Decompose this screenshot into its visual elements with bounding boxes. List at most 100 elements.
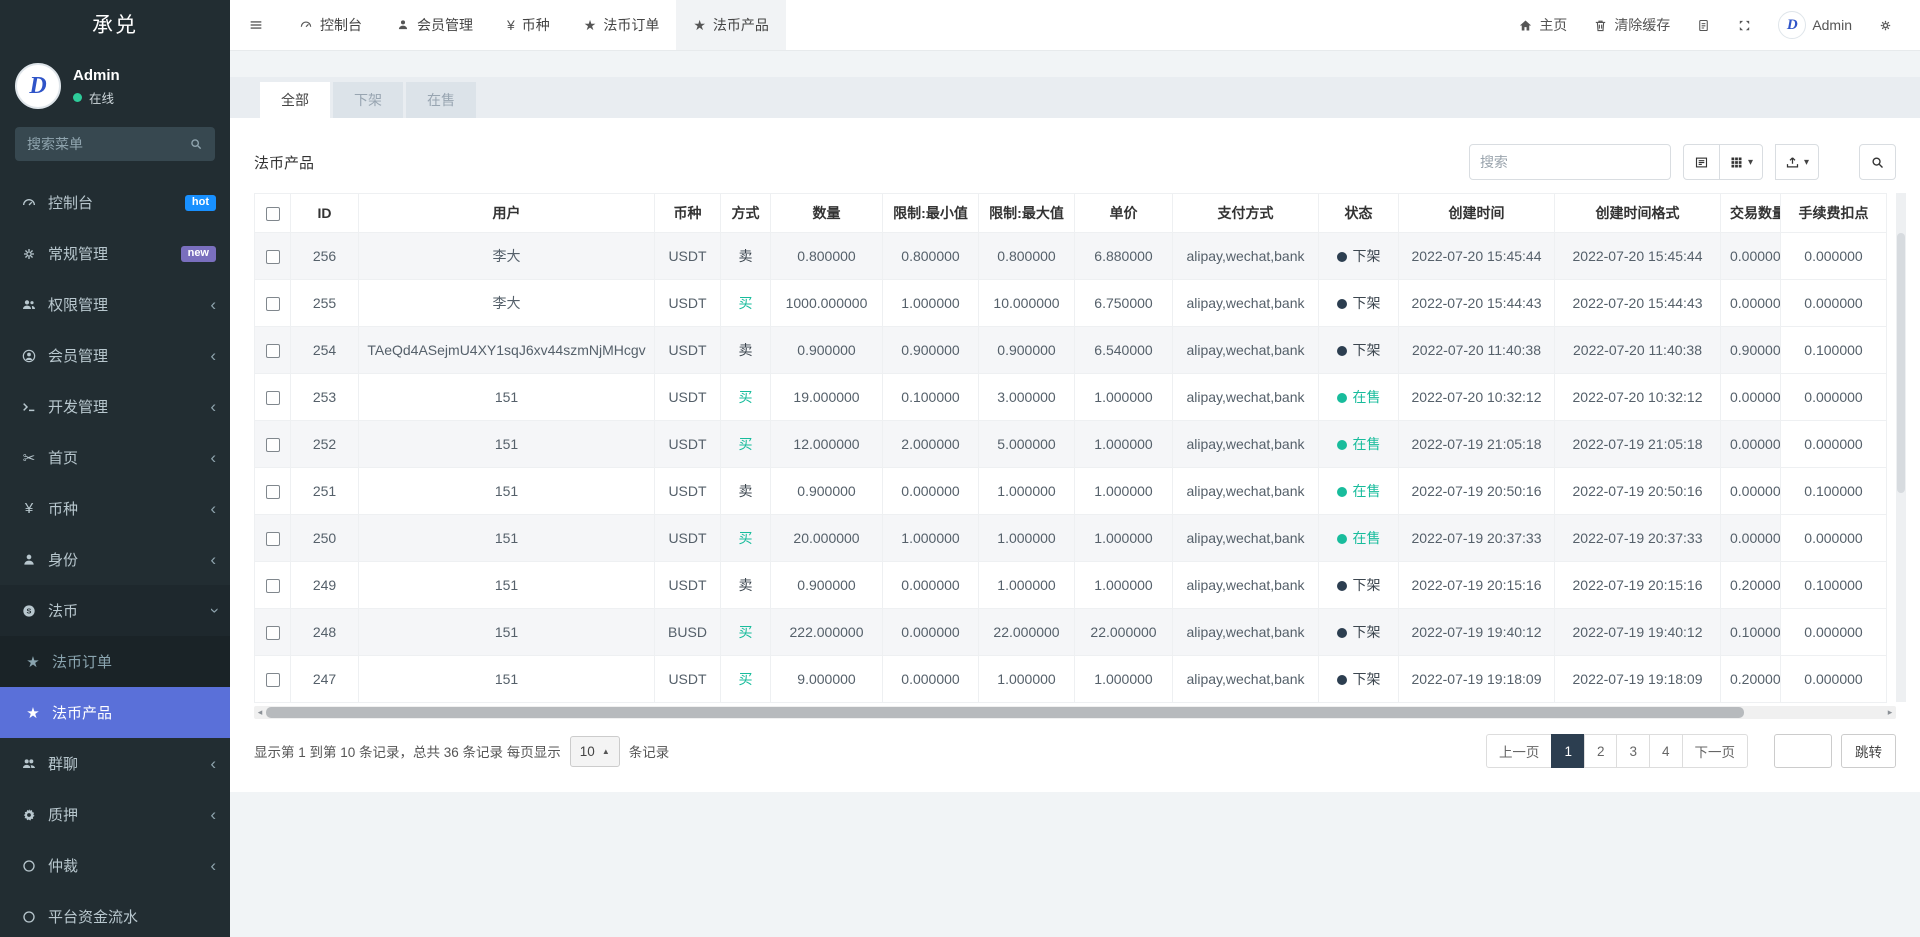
- row-checkbox[interactable]: [266, 250, 280, 264]
- row-checkbox[interactable]: [266, 485, 280, 499]
- search-icon: [189, 137, 203, 151]
- next-page-button[interactable]: 下一页: [1682, 734, 1749, 768]
- export-button[interactable]: ▾: [1775, 144, 1819, 180]
- cell-pay: alipay,wechat,bank: [1173, 374, 1319, 421]
- column-header[interactable]: 手续费扣点: [1781, 194, 1887, 233]
- column-header[interactable]: 创建时间格式: [1555, 194, 1721, 233]
- sidebar-item-法币产品[interactable]: ★法币产品: [0, 687, 230, 738]
- cell-id: 256: [291, 233, 359, 280]
- cell-pay: alipay,wechat,bank: [1173, 562, 1319, 609]
- clear-cache-link[interactable]: 清除缓存: [1580, 0, 1683, 50]
- terminal-icon: [19, 399, 39, 415]
- column-header[interactable]: 用户: [359, 194, 655, 233]
- column-header[interactable]: 数量: [771, 194, 883, 233]
- column-header[interactable]: 限制:最小值: [883, 194, 979, 233]
- sidebar-item-会员管理[interactable]: 会员管理‹: [0, 330, 230, 381]
- chevron-left-icon: ‹: [210, 449, 216, 466]
- row-checkbox[interactable]: [266, 673, 280, 687]
- pagination-info: 显示第 1 到第 10 条记录，总共 36 条记录 每页显示 10 ▲ 条记录: [254, 736, 669, 767]
- jump-button[interactable]: 跳转: [1841, 734, 1896, 768]
- page-button-1[interactable]: 1: [1551, 734, 1585, 768]
- cell-max: 1.000000: [979, 515, 1075, 562]
- nav-tab-会员管理[interactable]: 会员管理: [379, 0, 490, 50]
- vertical-scrollbar-thumb[interactable]: [1897, 233, 1905, 493]
- trash-icon: [1593, 18, 1608, 33]
- page-button-2[interactable]: 2: [1584, 734, 1618, 768]
- user-menu[interactable]: D Admin: [1765, 0, 1865, 50]
- jump-page-input[interactable]: [1774, 734, 1832, 768]
- cell-min: 2.000000: [883, 421, 979, 468]
- sidebar-item-控制台[interactable]: 控制台hot: [0, 177, 230, 228]
- avatar[interactable]: D: [15, 63, 61, 109]
- nav-tab-控制台[interactable]: 控制台: [282, 0, 379, 50]
- row-checkbox[interactable]: [266, 438, 280, 452]
- search-button[interactable]: [1859, 144, 1896, 180]
- page-button-3[interactable]: 3: [1616, 734, 1650, 768]
- sidebar-item-常规管理[interactable]: 常规管理new: [0, 228, 230, 279]
- sidebar-search-input[interactable]: 搜索菜单: [15, 127, 215, 161]
- column-header[interactable]: ID: [291, 194, 359, 233]
- page-size-select[interactable]: 10 ▲: [570, 736, 620, 767]
- row-checkbox[interactable]: [266, 344, 280, 358]
- column-header[interactable]: 单价: [1075, 194, 1173, 233]
- select-all-header: [255, 194, 291, 233]
- sidebar-item-首页[interactable]: ✂首页‹: [0, 432, 230, 483]
- cell-min: 0.000000: [883, 609, 979, 656]
- row-checkbox[interactable]: [266, 391, 280, 405]
- status-badge: 下架: [1353, 577, 1381, 593]
- cell-side: 卖: [721, 327, 771, 374]
- column-header[interactable]: 支付方式: [1173, 194, 1319, 233]
- paging-toggle-button[interactable]: [1683, 144, 1720, 180]
- sidebar-item-币种[interactable]: ¥币种‹: [0, 483, 230, 534]
- select-all-checkbox[interactable]: [266, 207, 280, 221]
- cell-id: 255: [291, 280, 359, 327]
- scroll-left-arrow-icon[interactable]: ◂: [254, 706, 266, 719]
- fullscreen-button[interactable]: [1724, 0, 1765, 50]
- row-checkbox[interactable]: [266, 297, 280, 311]
- column-header[interactable]: 币种: [655, 194, 721, 233]
- nav-tab-币种[interactable]: ¥币种: [490, 0, 567, 50]
- home-link[interactable]: 主页: [1505, 0, 1580, 50]
- sidebar-item-身份[interactable]: 身份‹: [0, 534, 230, 585]
- column-header[interactable]: 创建时间: [1399, 194, 1555, 233]
- menu-toggle-icon[interactable]: [230, 0, 282, 50]
- gauge-icon: [19, 195, 39, 211]
- filter-tab-下架[interactable]: 下架: [333, 82, 403, 118]
- sidebar-item-法币订单[interactable]: ★法币订单: [0, 636, 230, 687]
- sidebar-item-平台资金流水[interactable]: 平台资金流水: [0, 891, 230, 937]
- scroll-right-arrow-icon[interactable]: ▸: [1884, 706, 1896, 719]
- sidebar-item-仲裁[interactable]: 仲裁‹: [0, 840, 230, 891]
- column-header[interactable]: 交易数量: [1721, 194, 1781, 233]
- row-checkbox[interactable]: [266, 579, 280, 593]
- nav-tab-法币订单[interactable]: ★法币订单: [567, 0, 677, 50]
- table-search-input[interactable]: [1469, 144, 1671, 180]
- filter-tab-在售[interactable]: 在售: [406, 82, 476, 118]
- row-checkbox[interactable]: [266, 532, 280, 546]
- page-button-4[interactable]: 4: [1649, 734, 1683, 768]
- cell-user: 151: [359, 421, 655, 468]
- sidebar-item-群聊[interactable]: 群聊‹: [0, 738, 230, 789]
- column-header[interactable]: 方式: [721, 194, 771, 233]
- cell-coin: USDT: [655, 233, 721, 280]
- vertical-scrollbar[interactable]: [1896, 193, 1906, 702]
- sidebar-item-权限管理[interactable]: 权限管理‹: [0, 279, 230, 330]
- cell-id: 251: [291, 468, 359, 515]
- status-badge: 在售: [1353, 530, 1381, 546]
- trade-side: 买: [739, 436, 753, 452]
- filter-tab-strip: 全部下架在售: [230, 77, 1920, 118]
- horizontal-scrollbar-thumb[interactable]: [266, 707, 1744, 718]
- columns-button[interactable]: ▾: [1719, 144, 1763, 180]
- column-header[interactable]: 限制:最大值: [979, 194, 1075, 233]
- horizontal-scrollbar[interactable]: ◂ ▸: [254, 706, 1896, 719]
- trade-side: 买: [739, 389, 753, 405]
- sidebar-item-质押[interactable]: 质押‹: [0, 789, 230, 840]
- prev-page-button[interactable]: 上一页: [1486, 734, 1553, 768]
- column-header[interactable]: 状态: [1319, 194, 1399, 233]
- nav-tab-法币产品[interactable]: ★法币产品: [676, 0, 786, 50]
- sidebar-item-法币[interactable]: S法币‹: [0, 585, 230, 636]
- doc-button[interactable]: [1683, 0, 1724, 50]
- row-checkbox[interactable]: [266, 626, 280, 640]
- sidebar-item-开发管理[interactable]: 开发管理‹: [0, 381, 230, 432]
- filter-tab-全部[interactable]: 全部: [260, 82, 330, 118]
- settings-button[interactable]: [1865, 0, 1906, 50]
